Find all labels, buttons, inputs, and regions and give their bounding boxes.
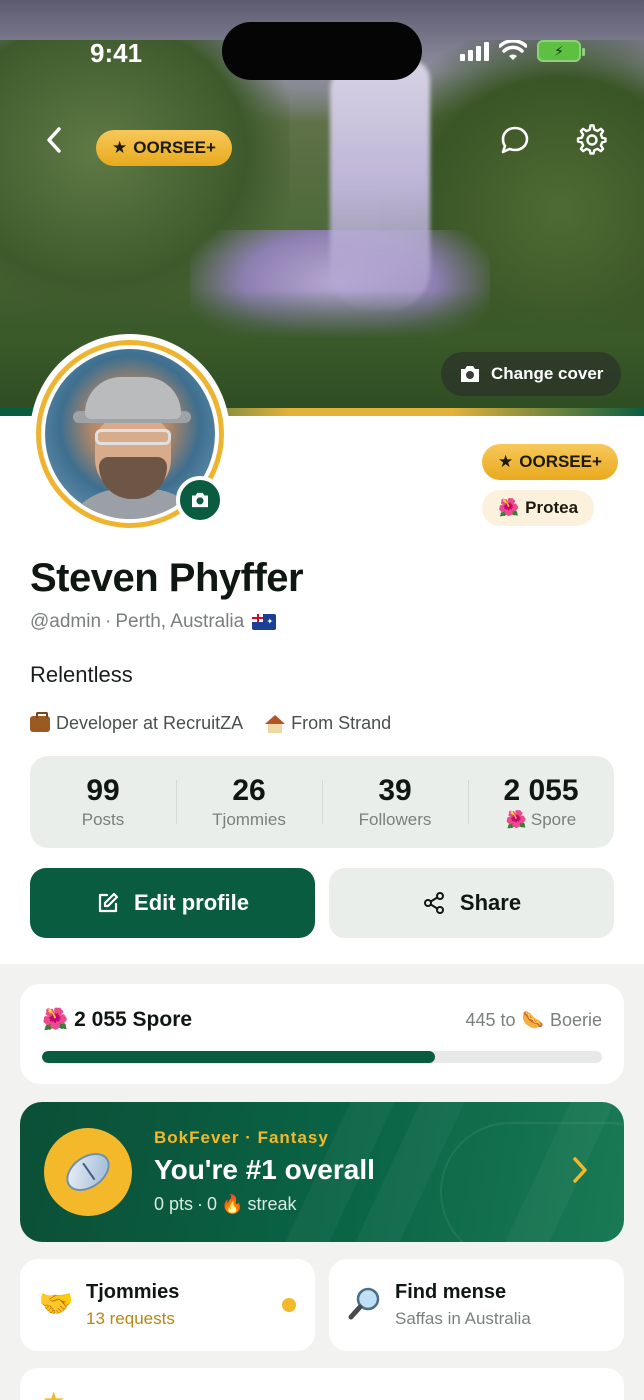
- tjommies-tile-subtitle: 13 requests: [86, 1309, 175, 1328]
- tier-badge[interactable]: ★ OORSEE+: [482, 444, 618, 480]
- find-mense-tile[interactable]: Find mense Saffas in Australia: [329, 1259, 624, 1351]
- stat-value: 2 055: [503, 774, 579, 807]
- stat-label: Followers: [358, 810, 432, 829]
- change-avatar-button[interactable]: [176, 476, 224, 524]
- status-time: 9:41: [90, 38, 143, 68]
- protea-badge[interactable]: 🌺 Protea: [482, 490, 595, 526]
- share-button[interactable]: Share: [329, 868, 614, 938]
- fantasy-subtitle: 0 pts · 0 🔥 streak: [154, 1194, 297, 1215]
- stat-posts[interactable]: 99 Posts: [30, 756, 176, 848]
- spore-next-level: 445 to 🌭 Boerie: [466, 1010, 603, 1031]
- handshake-icon: 🤝: [38, 1287, 74, 1319]
- camera-icon: [461, 366, 479, 382]
- stat-label: Spore: [530, 810, 577, 829]
- stat-label: Tjommies: [212, 810, 286, 829]
- star-icon: ★: [42, 1386, 65, 1400]
- edit-icon: [98, 892, 119, 913]
- sausage-icon: 🌭: [521, 1010, 544, 1030]
- fantasy-kicker: BokFever · Fantasy: [154, 1128, 329, 1147]
- stat-value: 99: [86, 774, 120, 807]
- chevron-right-icon: [572, 1154, 588, 1191]
- change-cover-label: Change cover: [491, 364, 604, 383]
- fire-icon: 🔥: [221, 1194, 244, 1214]
- stat-followers[interactable]: 39 Followers: [322, 756, 468, 848]
- spore-progress-bar: [42, 1051, 602, 1063]
- status-icons: ⚡: [460, 40, 585, 62]
- separator-dot: ·: [197, 1194, 204, 1214]
- spore-progress-card[interactable]: 🌺 2 055 Spore 445 to 🌭 Boerie: [20, 984, 624, 1084]
- find-mense-tile-subtitle: Saffas in Australia: [395, 1309, 531, 1328]
- stat-value: 26: [232, 774, 266, 807]
- dynamic-island: [222, 22, 422, 80]
- stat-label-wrap: 🌺 Spore: [506, 810, 577, 830]
- fantasy-streak-count: 0: [207, 1194, 218, 1214]
- protea-badge-label: Protea: [525, 498, 579, 517]
- fantasy-card[interactable]: BokFever · Fantasy You're #1 overall 0 p…: [20, 1102, 624, 1242]
- profile-hometown: From Strand: [291, 713, 392, 733]
- tier-badge-label: OORSEE+: [133, 138, 216, 157]
- star-icon: ★: [498, 452, 514, 471]
- wifi-icon: [499, 40, 527, 60]
- profile-handle: @admin: [30, 611, 102, 632]
- profile-meta: Developer at RecruitZA From Strand: [30, 711, 392, 734]
- stat-tjommies[interactable]: 26 Tjommies: [176, 756, 322, 848]
- protea-flower-icon: 🌺: [42, 1008, 69, 1031]
- profile-name: Steven Phyffer: [30, 556, 304, 600]
- fantasy-streak-label: streak: [247, 1194, 297, 1214]
- back-button[interactable]: [34, 118, 74, 162]
- tjommies-tile[interactable]: 🤝 Tjommies 13 requests: [20, 1259, 315, 1351]
- protea-flower-icon: 🌺: [498, 498, 520, 517]
- profile-bio: Relentless: [30, 662, 133, 687]
- chat-button[interactable]: [493, 118, 537, 162]
- fantasy-points: 0 pts: [154, 1194, 194, 1214]
- camera-icon: [192, 492, 208, 508]
- spore-title: 🌺 2 055 Spore: [42, 1008, 192, 1032]
- profile-location: Perth, Australia: [115, 611, 245, 632]
- stats-bar: 99 Posts 26 Tjommies 39 Followers 2 055 …: [30, 756, 614, 848]
- rugby-ball-badge: [44, 1128, 132, 1216]
- protea-flower-icon: 🌺: [505, 810, 527, 829]
- fantasy-title: You're #1 overall: [154, 1154, 375, 1185]
- profile-work: Developer at RecruitZA: [56, 713, 244, 733]
- spore-remaining: 445 to: [465, 1010, 516, 1030]
- spore-progress-fill: [42, 1051, 436, 1063]
- stat-spore[interactable]: 2 055 🌺 Spore: [468, 756, 614, 848]
- share-icon: [423, 892, 444, 914]
- star-icon: ★: [112, 138, 128, 157]
- change-cover-button[interactable]: Change cover: [441, 352, 622, 396]
- briefcase-icon: [30, 711, 50, 732]
- find-mense-tile-title: Find mense: [395, 1281, 507, 1303]
- battery-charging-icon: ⚡: [537, 40, 585, 62]
- next-card-partial[interactable]: ★: [20, 1368, 624, 1400]
- next-level-name: Boerie: [549, 1010, 602, 1030]
- gear-icon: [576, 124, 607, 155]
- cellular-signal-icon: [460, 41, 489, 61]
- edit-profile-label: Edit profile: [134, 890, 249, 915]
- notification-dot: [282, 1298, 296, 1312]
- edit-profile-button[interactable]: Edit profile: [30, 868, 315, 938]
- spore-total: 2 055 Spore: [74, 1008, 193, 1031]
- share-label: Share: [459, 890, 522, 915]
- separator-dot: ·: [105, 611, 112, 632]
- magnifier-icon: [347, 1285, 383, 1321]
- tjommies-tile-title: Tjommies: [86, 1281, 180, 1303]
- stat-label: Posts: [81, 810, 125, 829]
- tier-badge-label: OORSEE+: [519, 452, 602, 471]
- chevron-left-icon: [47, 127, 61, 153]
- australia-flag-icon: [252, 614, 277, 630]
- chat-bubble-icon: [501, 126, 529, 154]
- profile-handle-line: @admin · Perth, Australia: [30, 611, 277, 633]
- tier-badge-cover[interactable]: ★ OORSEE+: [96, 130, 232, 166]
- settings-button[interactable]: [570, 118, 614, 162]
- house-icon: [265, 714, 286, 733]
- stat-value: 39: [378, 774, 412, 807]
- rugby-ball-icon: [59, 1145, 117, 1199]
